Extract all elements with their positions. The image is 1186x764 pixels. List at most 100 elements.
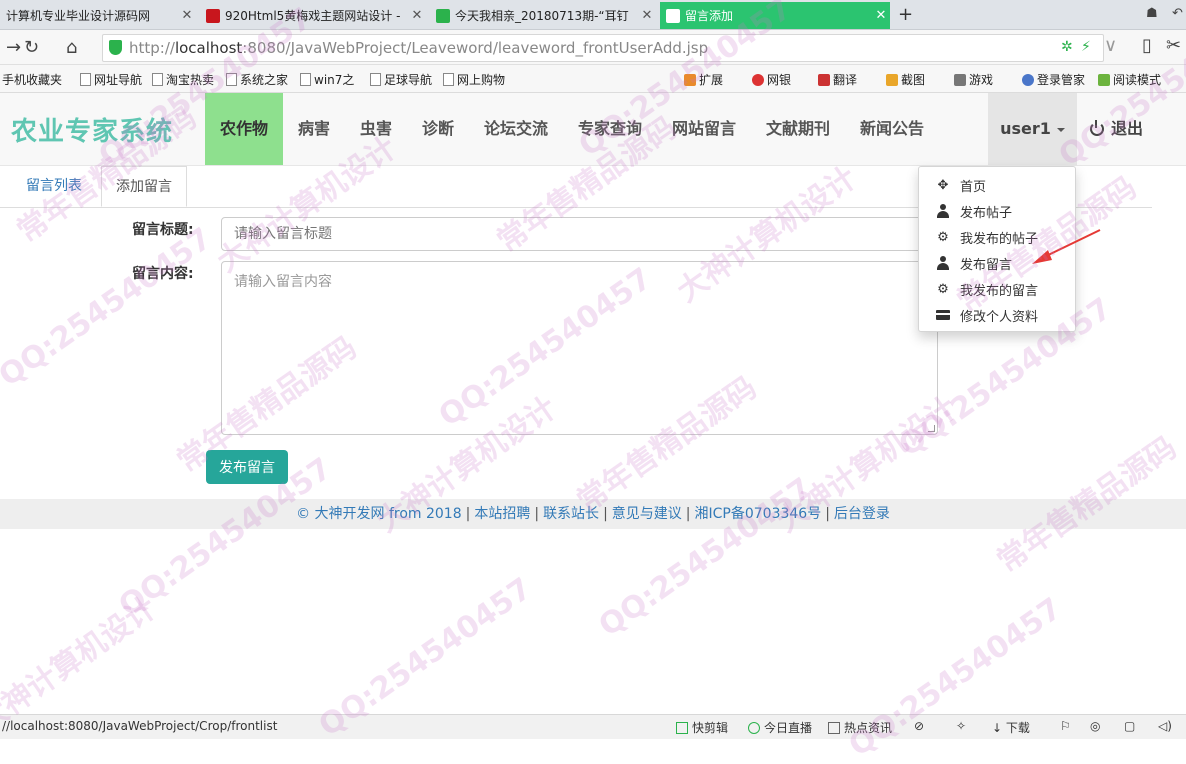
watermark: QQ:254540457 bbox=[592, 471, 819, 644]
window-icon[interactable]: ▢ bbox=[1124, 719, 1135, 733]
speaker-icon[interactable]: ◁) bbox=[1158, 719, 1172, 733]
extension-item[interactable]: 阅读模式 bbox=[1098, 71, 1161, 88]
nav-item-disease[interactable]: 病害 bbox=[283, 93, 345, 165]
nav-item-news[interactable]: 新闻公告 bbox=[845, 93, 939, 165]
dropdown-chevron-icon[interactable]: ∨ bbox=[1104, 35, 1117, 56]
footer-link[interactable]: 联系站长 bbox=[543, 506, 599, 522]
bookmark-item[interactable]: 系统之家 bbox=[226, 71, 288, 88]
nav-item-literature[interactable]: 文献期刊 bbox=[751, 93, 845, 165]
annotation-arrow-icon bbox=[1032, 229, 1101, 264]
accelerate-icon[interactable]: ✲ bbox=[1061, 39, 1073, 55]
refresh-icon[interactable]: ↻ bbox=[24, 37, 39, 58]
site-footer: © 大神开发网 from 2018 | 本站招聘 | 联系站长 | 意见与建议 | 湘ICP备0… bbox=[0, 499, 1186, 529]
nav-item-expert[interactable]: 专家查询 bbox=[563, 93, 657, 165]
bookmark-item[interactable]: 网址导航 bbox=[80, 71, 142, 88]
pin-icon[interactable]: ✧ bbox=[956, 719, 966, 733]
close-icon[interactable]: ✕ bbox=[178, 8, 196, 23]
watermark: QQ:254540457 bbox=[0, 221, 219, 394]
nav-item-message[interactable]: 网站留言 bbox=[657, 93, 751, 165]
resize-handle-icon[interactable] bbox=[928, 425, 935, 432]
bookmark-item[interactable]: 足球导航 bbox=[370, 71, 432, 88]
footer-link[interactable]: 湘ICP备0703346号 bbox=[695, 506, 822, 522]
dropdown-item-my-messages[interactable]: ⚙ 我发布的留言 bbox=[935, 279, 1038, 299]
security-shield-icon bbox=[109, 40, 122, 55]
tab-add-message[interactable]: 添加留言 bbox=[101, 166, 187, 207]
extension-item[interactable]: 扩展 bbox=[684, 71, 723, 88]
video-favicon-icon bbox=[436, 8, 450, 23]
logout-link[interactable]: 退出 bbox=[1090, 93, 1143, 165]
lightning-icon[interactable]: ⚡ bbox=[1081, 39, 1091, 55]
nav-item-forum[interactable]: 论坛交流 bbox=[469, 93, 563, 165]
status-item[interactable]: 今日直播 bbox=[748, 719, 812, 736]
shirt-icon[interactable]: ☗ bbox=[1146, 6, 1158, 21]
url-text: http://localhost:8080/JavaWebProject/Lea… bbox=[129, 39, 709, 57]
page-favicon-icon bbox=[666, 8, 680, 23]
site-navbar: 农业专家系统 农作物 病害 虫害 诊断 论坛交流 专家查询 网站留言 文献期刊 … bbox=[0, 93, 1186, 166]
dropdown-item-home[interactable]: ✥ 首页 bbox=[935, 175, 986, 195]
bookmark-bar: 手机收藏夹 网址导航 淘宝热卖 系统之家 win7之 足球导航 网上购物 扩展 … bbox=[0, 65, 1186, 93]
dropdown-item-post-message[interactable]: 发布留言 bbox=[935, 253, 1012, 273]
scissors-icon[interactable]: ✂ bbox=[1166, 35, 1181, 56]
logout-label: 退出 bbox=[1111, 119, 1144, 138]
speed-icon[interactable]: ⊘ bbox=[914, 719, 924, 733]
footer-copyright: © 大神开发网 from 2018 bbox=[296, 506, 462, 522]
content-placeholder: 请输入留言内容 bbox=[234, 274, 332, 290]
footer-link[interactable]: 意见与建议 bbox=[612, 506, 682, 522]
browser-tab[interactable]: 今天我相亲_20180713期-“耳钉 ✕ bbox=[430, 2, 656, 29]
status-bar: //localhost:8080/JavaWebProject/Crop/fro… bbox=[0, 714, 1186, 739]
forward-icon[interactable]: → bbox=[6, 37, 21, 58]
close-icon[interactable]: ✕ bbox=[408, 8, 426, 23]
browser-tab-bar: 计算机专业毕业设计源码网 ✕ 920Html5黄梅戏主题网站设计 - ✕ 今天我… bbox=[0, 0, 1186, 30]
submit-message-button[interactable]: 发布留言 bbox=[206, 450, 288, 484]
nav-item-crop[interactable]: 农作物 bbox=[205, 93, 283, 165]
close-icon[interactable]: ✕ bbox=[638, 8, 656, 23]
bookmark-item[interactable]: 淘宝热卖 bbox=[152, 71, 214, 88]
status-item[interactable]: ↓ 下载 bbox=[992, 719, 1030, 736]
dropdown-item-edit-profile[interactable]: 修改个人资料 bbox=[935, 305, 1038, 325]
new-tab-button[interactable]: + bbox=[898, 4, 913, 25]
footer-link[interactable]: 后台登录 bbox=[834, 506, 890, 522]
flag-icon[interactable]: ⚐ bbox=[1060, 719, 1071, 733]
bookmark-item[interactable]: win7之 bbox=[300, 71, 354, 88]
tab-title: 920Html5黄梅戏主题网站设计 - bbox=[225, 9, 401, 23]
extension-item[interactable]: 截图 bbox=[886, 71, 925, 88]
footer-link[interactable]: 本站招聘 bbox=[474, 506, 530, 522]
credit-card-icon bbox=[935, 307, 951, 323]
address-bar: → ↻ ⌂ http://localhost:8080/JavaWebProje… bbox=[0, 30, 1186, 65]
dropdown-item-my-threads[interactable]: ⚙ 我发布的帖子 bbox=[935, 227, 1038, 247]
title-label: 留言标题: bbox=[132, 222, 194, 238]
user-icon bbox=[935, 255, 951, 271]
status-item[interactable]: 快剪辑 bbox=[676, 719, 728, 736]
nav-item-diagnosis[interactable]: 诊断 bbox=[407, 93, 469, 165]
extension-item[interactable]: 翻译 bbox=[818, 71, 857, 88]
tab-message-list[interactable]: 留言列表 bbox=[12, 166, 96, 206]
extension-item[interactable]: 网银 bbox=[752, 71, 791, 88]
phone-icon[interactable]: ▯ bbox=[1142, 35, 1152, 56]
username: user1 bbox=[1000, 119, 1051, 138]
nav-item-pest[interactable]: 虫害 bbox=[345, 93, 407, 165]
power-icon bbox=[1090, 120, 1104, 136]
home-icon[interactable]: ⌂ bbox=[66, 37, 77, 58]
extension-item[interactable]: 游戏 bbox=[954, 71, 993, 88]
user-menu-toggle[interactable]: user1 bbox=[988, 93, 1077, 165]
cog-icon: ⚙ bbox=[937, 229, 949, 245]
browser-tab[interactable]: 920Html5黄梅戏主题网站设计 - ✕ bbox=[200, 2, 426, 29]
site-favicon-icon bbox=[206, 8, 220, 23]
move-icon: ✥ bbox=[937, 177, 949, 193]
title-input[interactable] bbox=[221, 217, 938, 251]
undo-icon[interactable]: ↶ bbox=[1172, 6, 1183, 21]
extension-item[interactable]: 登录管家 bbox=[1022, 71, 1085, 88]
cog-icon: ⚙ bbox=[937, 281, 949, 297]
status-item[interactable]: 热点资讯 bbox=[828, 719, 892, 736]
tab-title: 计算机专业毕业设计源码网 bbox=[6, 9, 151, 23]
browser-icon[interactable]: ◎ bbox=[1090, 719, 1100, 733]
browser-tab-active[interactable]: 留言添加 ✕ bbox=[660, 2, 890, 29]
close-icon[interactable]: ✕ bbox=[872, 8, 890, 23]
bookmark-item[interactable]: 网上购物 bbox=[443, 71, 505, 88]
url-input[interactable]: http://localhost:8080/JavaWebProject/Lea… bbox=[102, 34, 1104, 62]
content-textarea[interactable]: 请输入留言内容 bbox=[221, 261, 938, 435]
site-brand[interactable]: 农业专家系统 bbox=[11, 111, 173, 148]
dropdown-item-post-thread[interactable]: 发布帖子 bbox=[935, 201, 1012, 221]
browser-tab[interactable]: 计算机专业毕业设计源码网 ✕ bbox=[0, 2, 196, 29]
bookmark-item[interactable]: 手机收藏夹 bbox=[2, 71, 62, 88]
